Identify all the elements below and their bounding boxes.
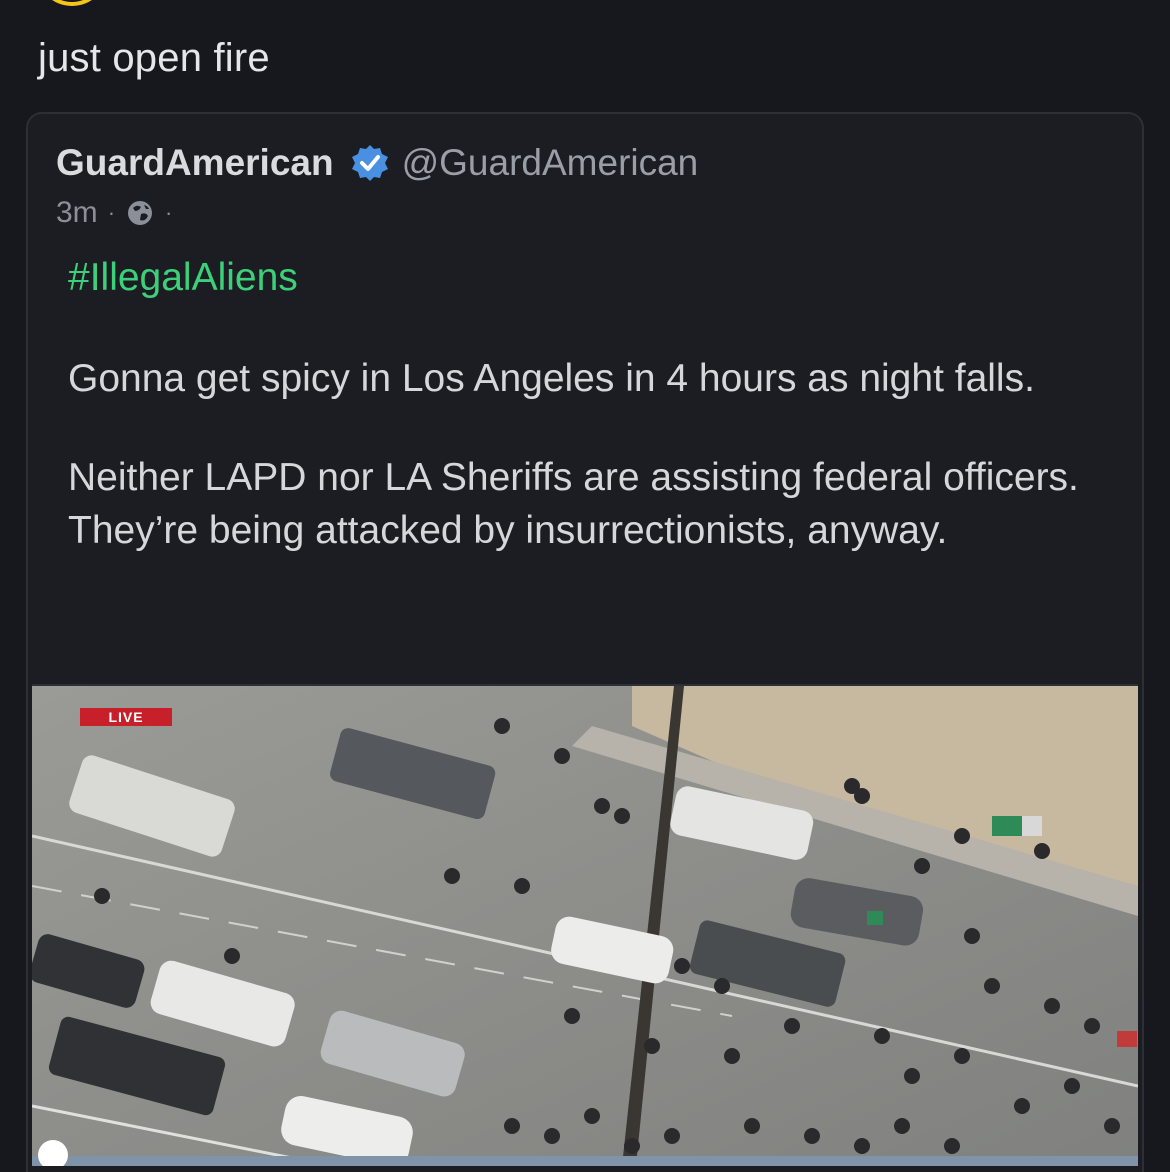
- hashtag-link[interactable]: #IllegalAliens: [68, 256, 298, 300]
- live-badge: LIVE: [80, 708, 172, 726]
- video-player[interactable]: LIVE: [32, 684, 1138, 1166]
- quoted-post-header: GuardAmerican @GuardAmerican: [56, 142, 698, 184]
- globe-icon: [128, 201, 153, 225]
- video-progress-bar[interactable]: [32, 1140, 1138, 1166]
- post-paragraph: Neither LAPD nor LA Sheriffs are assisti…: [68, 456, 1079, 552]
- video-scrubber-handle[interactable]: [38, 1140, 68, 1166]
- post-paragraph: Gonna get spicy in Los Angeles in 4 hour…: [68, 357, 1035, 400]
- video-frame: [32, 686, 1138, 1166]
- meta-separator: ·: [107, 200, 116, 225]
- post-body: Gonna get spicy in Los Angeles in 4 hour…: [68, 352, 1108, 603]
- post-view: just open fire GuardAmerican @GuardAmeri…: [0, 0, 1170, 1172]
- reply-text: just open fire: [38, 36, 270, 80]
- meta-separator: ·: [165, 200, 173, 225]
- post-meta: 3m · ·: [56, 196, 182, 230]
- verified-badge-icon: [351, 145, 388, 181]
- quoted-post-card[interactable]: GuardAmerican @GuardAmerican 3m · · #Ill…: [26, 112, 1144, 1172]
- avatar[interactable]: [36, 0, 108, 6]
- post-time: 3m: [56, 196, 98, 229]
- author-display-name[interactable]: GuardAmerican: [56, 142, 334, 184]
- author-handle[interactable]: @GuardAmerican: [402, 142, 699, 184]
